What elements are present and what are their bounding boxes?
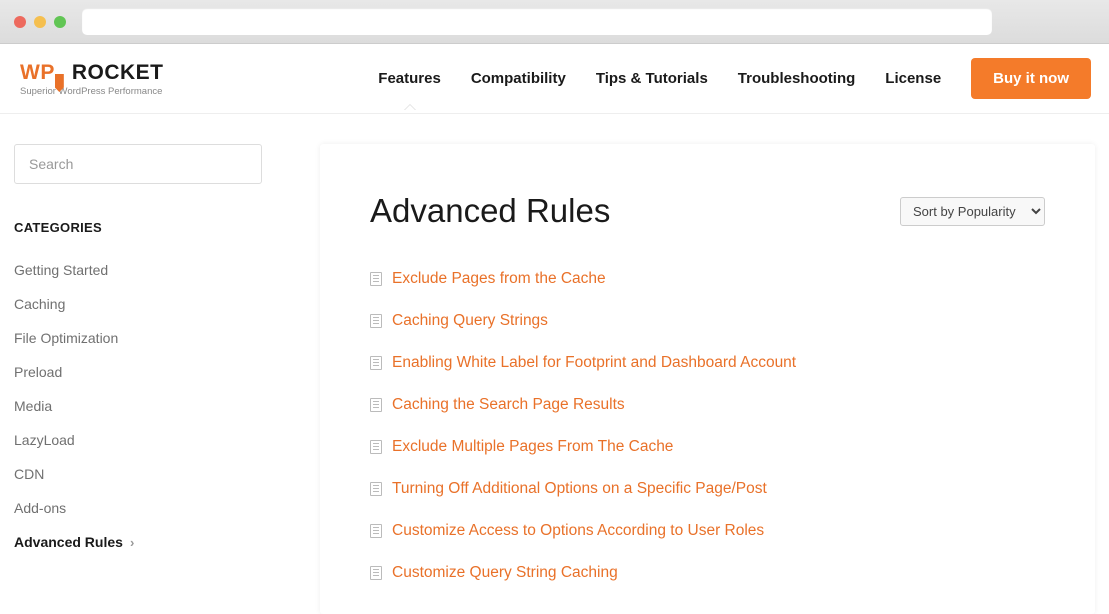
article-link[interactable]: Customize Query String Caching: [392, 564, 618, 582]
close-window-button[interactable]: [14, 16, 26, 28]
list-item: Enabling White Label for Footprint and D…: [370, 342, 1045, 384]
category-list: Getting Started Caching File Optimizatio…: [14, 253, 262, 559]
logo-tagline: Superior WordPress Performance: [20, 86, 164, 97]
cat-lazyload[interactable]: LazyLoad: [14, 423, 262, 457]
doc-icon: [370, 272, 382, 286]
cat-caching[interactable]: Caching: [14, 287, 262, 321]
list-item: Caching the Search Page Results: [370, 384, 1045, 426]
cat-file-optimization[interactable]: File Optimization: [14, 321, 262, 355]
chevron-right-icon: ›: [130, 535, 134, 550]
page-title: Advanced Rules: [370, 192, 610, 230]
logo[interactable]: WP ROCKET Superior WordPress Performance: [18, 61, 164, 97]
nav-compatibility[interactable]: Compatibility: [471, 70, 566, 87]
cat-advanced-rules[interactable]: Advanced Rules›: [14, 525, 262, 559]
doc-icon: [370, 440, 382, 454]
buy-it-now-button[interactable]: Buy it now: [971, 58, 1091, 99]
doc-icon: [370, 482, 382, 496]
doc-icon: [370, 398, 382, 412]
logo-wp: WP: [18, 61, 68, 85]
minimize-window-button[interactable]: [34, 16, 46, 28]
main-content: Advanced Rules Sort by Popularity Exclud…: [320, 144, 1095, 614]
nav-license[interactable]: License: [885, 70, 941, 87]
article-link[interactable]: Customize Access to Options According to…: [392, 522, 764, 540]
doc-icon: [370, 524, 382, 538]
content-wrap: CATEGORIES Getting Started Caching File …: [0, 114, 1109, 614]
list-item: Turning Off Additional Options on a Spec…: [370, 468, 1045, 510]
browser-chrome: [0, 0, 1109, 44]
main-header: Advanced Rules Sort by Popularity: [370, 192, 1045, 230]
site-header: WP ROCKET Superior WordPress Performance…: [0, 44, 1109, 114]
article-link[interactable]: Enabling White Label for Footprint and D…: [392, 354, 796, 372]
categories-heading: CATEGORIES: [14, 220, 262, 235]
logo-rocket: ROCKET: [72, 61, 164, 85]
doc-icon: [370, 566, 382, 580]
article-link[interactable]: Exclude Multiple Pages From The Cache: [392, 438, 673, 456]
article-link[interactable]: Turning Off Additional Options on a Spec…: [392, 480, 767, 498]
search-input[interactable]: [14, 144, 262, 184]
cat-preload[interactable]: Preload: [14, 355, 262, 389]
cat-getting-started[interactable]: Getting Started: [14, 253, 262, 287]
list-item: Exclude Pages from the Cache: [370, 258, 1045, 300]
nav-troubleshooting[interactable]: Troubleshooting: [738, 70, 856, 87]
list-item: Customize Access to Options According to…: [370, 510, 1045, 552]
nav-tips[interactable]: Tips & Tutorials: [596, 70, 708, 87]
article-link[interactable]: Exclude Pages from the Cache: [392, 270, 606, 288]
list-item: Customize Query String Caching: [370, 552, 1045, 594]
nav-features[interactable]: Features: [378, 70, 441, 87]
list-item: Caching Query Strings: [370, 300, 1045, 342]
article-list: Exclude Pages from the Cache Caching Que…: [370, 258, 1045, 594]
traffic-lights: [14, 16, 66, 28]
cat-media[interactable]: Media: [14, 389, 262, 423]
doc-icon: [370, 356, 382, 370]
article-link[interactable]: Caching the Search Page Results: [392, 396, 625, 414]
url-bar[interactable]: [82, 8, 992, 35]
article-link[interactable]: Caching Query Strings: [392, 312, 548, 330]
maximize-window-button[interactable]: [54, 16, 66, 28]
cat-cdn[interactable]: CDN: [14, 457, 262, 491]
doc-icon: [370, 314, 382, 328]
sort-select[interactable]: Sort by Popularity: [900, 197, 1045, 226]
list-item: Exclude Multiple Pages From The Cache: [370, 426, 1045, 468]
sidebar: CATEGORIES Getting Started Caching File …: [14, 144, 262, 559]
main-nav: Features Compatibility Tips & Tutorials …: [378, 58, 1091, 99]
cat-addons[interactable]: Add-ons: [14, 491, 262, 525]
